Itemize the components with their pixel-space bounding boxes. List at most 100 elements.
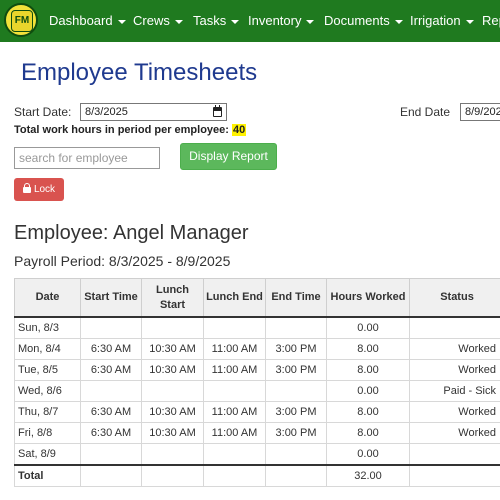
logo-clipboard-icon: FM: [11, 10, 33, 32]
cell-end-time: 3:00 PM: [265, 422, 327, 444]
cell-date: Sun, 8/3: [14, 316, 81, 339]
cell-hours: 0.00: [326, 380, 410, 402]
table-row: Thu, 8/7 6:30 AM 10:30 AM 11:00 AM 3:00 …: [14, 401, 500, 423]
cell-start-time: 6:30 AM: [80, 338, 142, 360]
col-lunch-start: Lunch Start: [141, 278, 204, 318]
calendar-icon[interactable]: [213, 105, 222, 117]
start-date-input[interactable]: 8/3/2025: [80, 103, 227, 121]
table-total-row: Total 32.00: [14, 464, 500, 487]
nav-inventory-label: Inventory: [248, 13, 302, 28]
cell-status: [409, 316, 500, 339]
cell-lunch-end: [203, 443, 266, 466]
col-start-time: Start Time: [80, 278, 142, 318]
cell-hours: 8.00: [326, 422, 410, 444]
nav-reports[interactable]: Rep: [482, 14, 500, 28]
cell-lunch-start: [141, 316, 204, 339]
cell-date: Fri, 8/8: [14, 422, 81, 444]
employee-search-input[interactable]: search for employee: [14, 147, 160, 169]
lock-icon: [22, 183, 31, 193]
cell-hours: 0.00: [326, 443, 410, 466]
total-lunch-end: [203, 464, 266, 487]
cell-date: Mon, 8/4: [14, 338, 81, 360]
total-status: [409, 464, 500, 487]
nav-dashboard[interactable]: Dashboard: [49, 14, 126, 28]
cell-hours: 0.00: [326, 316, 410, 339]
cell-end-time: 3:00 PM: [265, 359, 327, 381]
cell-lunch-start: 10:30 AM: [141, 359, 204, 381]
cell-lunch-start: 10:30 AM: [141, 401, 204, 423]
total-end-time: [265, 464, 327, 487]
cell-status: Paid - Sick: [409, 380, 500, 402]
cell-status: Worked: [409, 422, 500, 444]
cell-lunch-start: 10:30 AM: [141, 422, 204, 444]
nav-dashboard-label: Dashboard: [49, 13, 113, 28]
cell-lunch-start: [141, 380, 204, 402]
nav-inventory[interactable]: Inventory: [248, 13, 315, 28]
cell-date: Thu, 8/7: [14, 401, 81, 423]
end-date-label: End Date: [400, 105, 451, 119]
cell-start-time: [80, 443, 142, 466]
start-date-label: Start Date:: [14, 105, 72, 119]
total-start-time: [80, 464, 142, 487]
col-date: Date: [14, 278, 81, 318]
chevron-down-icon: [465, 19, 474, 24]
nav-tasks[interactable]: Tasks: [193, 13, 240, 28]
col-end-time: End Time: [265, 278, 327, 318]
cell-start-time: 6:30 AM: [80, 422, 142, 444]
nav-irrigation[interactable]: Irrigation: [410, 14, 474, 28]
end-date-value: 8/9/202: [465, 106, 500, 118]
table-row: Mon, 8/4 6:30 AM 10:30 AM 11:00 AM 3:00 …: [14, 338, 500, 360]
logo-text: FM: [14, 15, 30, 26]
cell-start-time: [80, 316, 142, 339]
cell-date: Sat, 8/9: [14, 443, 81, 466]
cell-hours: 8.00: [326, 359, 410, 381]
table-header-row: Date Start Time Lunch Start Lunch End En…: [14, 278, 500, 318]
cell-status: Worked: [409, 338, 500, 360]
chevron-down-icon: [394, 19, 403, 24]
employee-title: Employee: Angel Manager: [14, 222, 249, 244]
cell-end-time: [265, 380, 327, 402]
total-lunch-start: [141, 464, 204, 487]
chevron-down-icon: [174, 19, 183, 24]
nav-crews-label: Crews: [133, 13, 170, 28]
end-date-input[interactable]: 8/9/202: [460, 103, 500, 121]
cell-end-time: [265, 316, 327, 339]
cell-end-time: [265, 443, 327, 466]
cell-lunch-end: 11:00 AM: [203, 359, 266, 381]
col-lunch-end: Lunch End: [203, 278, 266, 318]
table-row: Tue, 8/5 6:30 AM 10:30 AM 11:00 AM 3:00 …: [14, 359, 500, 381]
table-row: Wed, 8/6 0.00 Paid - Sick: [14, 380, 500, 402]
chevron-down-icon: [117, 19, 126, 24]
total-hours-line: Total work hours in period per employee:…: [14, 123, 247, 137]
nav-irrigation-label: Irrigation: [410, 13, 461, 28]
table-row: Sun, 8/3 0.00: [14, 316, 500, 339]
cell-status: [409, 443, 500, 466]
nav-reports-label: Rep: [482, 13, 500, 28]
nav-documents-label: Documents: [324, 13, 390, 28]
total-hours: 32.00: [326, 464, 410, 487]
cell-status: Worked: [409, 359, 500, 381]
table-row: Sat, 8/9 0.00: [14, 443, 500, 466]
app-logo[interactable]: FM: [4, 3, 38, 37]
display-report-button[interactable]: Display Report: [180, 143, 277, 170]
nav-documents[interactable]: Documents: [324, 14, 403, 28]
page-title: Employee Timesheets: [21, 59, 258, 86]
start-date-value: 8/3/2025: [85, 106, 128, 118]
cell-start-time: [80, 380, 142, 402]
cell-lunch-end: [203, 380, 266, 402]
lock-button[interactable]: Lock: [14, 178, 64, 201]
table-row: Fri, 8/8 6:30 AM 10:30 AM 11:00 AM 3:00 …: [14, 422, 500, 444]
top-navbar: FM Dashboard Crews Tasks Inventory Docum…: [0, 0, 500, 42]
cell-lunch-end: 11:00 AM: [203, 422, 266, 444]
total-hours-value: 40: [232, 124, 247, 136]
timesheet-table: Date Start Time Lunch Start Lunch End En…: [14, 278, 500, 487]
col-status: Status: [409, 278, 500, 318]
cell-lunch-start: 10:30 AM: [141, 338, 204, 360]
cell-date: Wed, 8/6: [14, 380, 81, 402]
cell-hours: 8.00: [326, 338, 410, 360]
nav-crews[interactable]: Crews: [133, 14, 183, 28]
cell-end-time: 3:00 PM: [265, 338, 327, 360]
nav-tasks-label: Tasks: [193, 13, 227, 28]
cell-hours: 8.00: [326, 401, 410, 423]
cell-start-time: 6:30 AM: [80, 401, 142, 423]
